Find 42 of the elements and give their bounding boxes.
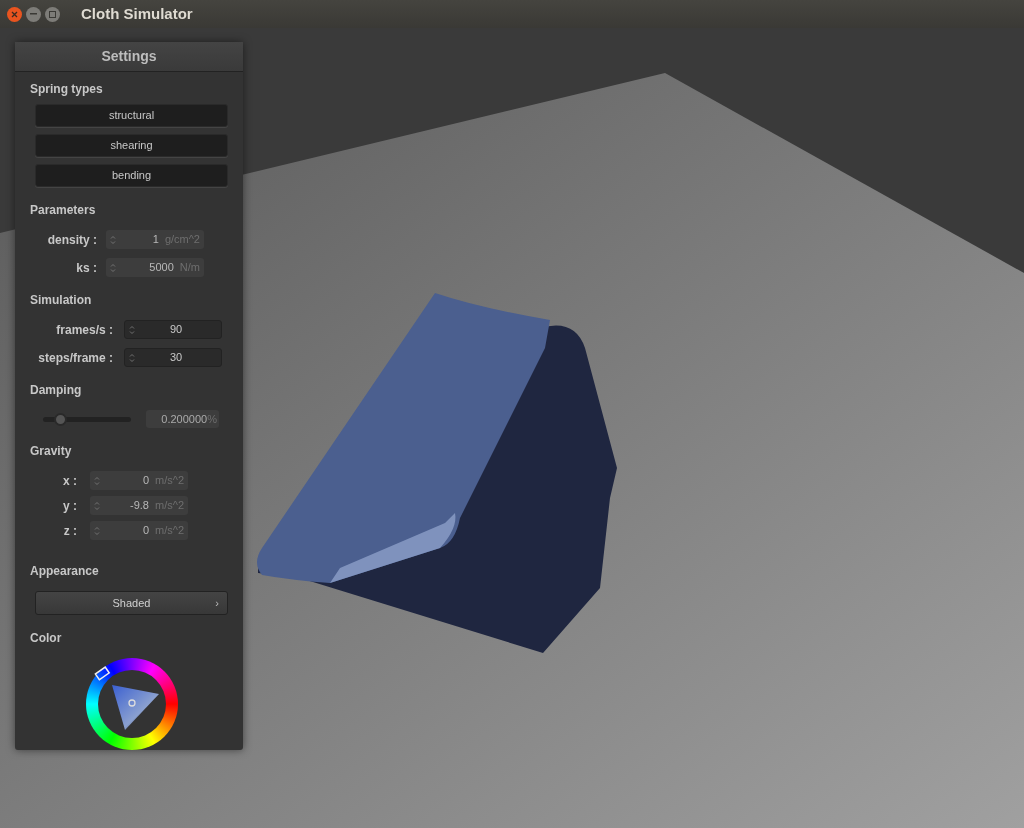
section-heading: Appearance — [30, 564, 100, 579]
chevron-icon: › — [215, 594, 219, 612]
section-heading: Color — [30, 631, 63, 646]
field-value: 0.200000 — [161, 411, 208, 427]
field-unit: % — [207, 411, 217, 427]
maximize-icon — [49, 10, 56, 18]
minimize-icon — [30, 13, 37, 15]
panel-title: Settings — [15, 42, 243, 72]
window-title: Cloth Simulator — [81, 3, 193, 24]
section-heading: Gravity — [30, 444, 73, 459]
spring-type-button[interactable]: shearing — [35, 134, 228, 157]
section-heading: Damping — [30, 383, 83, 398]
maximize-button[interactable] — [45, 6, 60, 22]
spring-type-button[interactable]: structural — [35, 104, 228, 127]
spring-type-button[interactable]: bending — [35, 164, 228, 187]
field-label: steps/frame : — [37, 349, 113, 367]
number-field[interactable]: 90 — [124, 320, 222, 339]
spinner-icon[interactable] — [129, 324, 135, 335]
damping-field[interactable]: 0.200000% — [146, 410, 219, 428]
field-value: 30 — [168, 350, 184, 366]
field-label: y : — [62, 497, 77, 515]
field-label: z : — [62, 522, 77, 540]
field-value: -9.8 — [129, 498, 149, 514]
field-value: 0 — [141, 523, 149, 539]
section-heading: Parameters — [30, 203, 97, 218]
section-heading: Spring types — [30, 82, 104, 97]
close-icon — [11, 10, 18, 18]
field-label: density : — [46, 231, 97, 249]
close-button[interactable] — [7, 6, 22, 22]
minimize-button[interactable] — [26, 6, 41, 22]
appearance-dropdown[interactable]: Shaded › — [35, 591, 228, 615]
field-label: ks : — [75, 259, 97, 277]
field-value: 5000 — [148, 260, 174, 276]
field-label: frames/s : — [55, 321, 113, 339]
field-value: 0 — [141, 473, 149, 489]
field-value: 1 — [151, 232, 159, 248]
number-field[interactable]: 30 — [124, 348, 222, 367]
slider-thumb[interactable] — [54, 412, 68, 426]
section-heading: Simulation — [30, 293, 93, 308]
spinner-icon[interactable] — [129, 352, 135, 363]
field-value: 90 — [168, 322, 184, 338]
field-label: x : — [62, 472, 77, 490]
